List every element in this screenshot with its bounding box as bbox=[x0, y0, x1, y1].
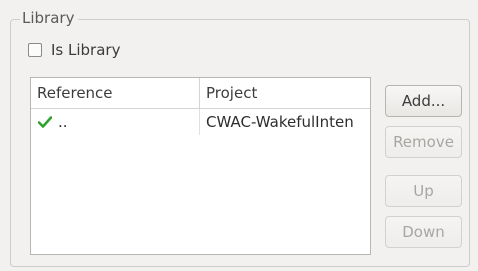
remove-button[interactable]: Remove bbox=[385, 126, 462, 158]
table-header: Reference Project bbox=[31, 78, 370, 109]
add-button[interactable]: Add... bbox=[385, 85, 462, 117]
library-group-title: Library bbox=[20, 8, 79, 28]
reference-cell: .. bbox=[31, 109, 200, 135]
is-library-checkbox[interactable] bbox=[28, 43, 42, 57]
reference-text: .. bbox=[58, 113, 68, 131]
column-header-reference[interactable]: Reference bbox=[31, 78, 200, 108]
table-row[interactable]: .. CWAC-WakefulInten bbox=[31, 109, 370, 135]
down-button[interactable]: Down bbox=[385, 216, 462, 248]
is-library-label[interactable]: Is Library bbox=[51, 41, 120, 59]
library-reference-table[interactable]: Reference Project .. CWAC-WakefulInten bbox=[30, 77, 371, 255]
is-library-checkbox-row[interactable]: Is Library bbox=[28, 39, 120, 61]
project-cell: CWAC-WakefulInten bbox=[206, 113, 354, 131]
column-header-project[interactable]: Project bbox=[200, 78, 370, 108]
checkmark-icon bbox=[38, 116, 52, 128]
up-button[interactable]: Up bbox=[385, 175, 462, 207]
